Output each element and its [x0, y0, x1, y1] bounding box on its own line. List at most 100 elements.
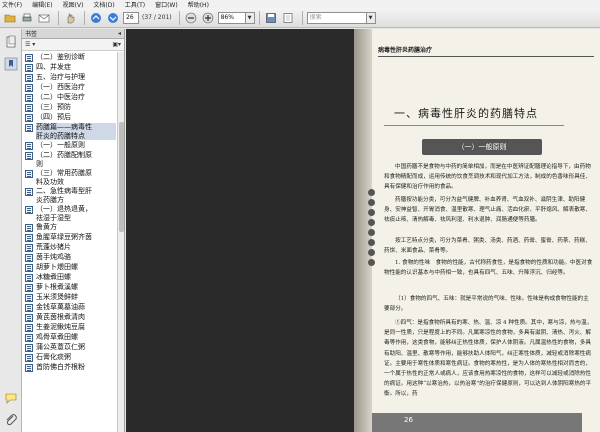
bookmark-label: （二）中医治疗: [36, 93, 85, 101]
bookmark-item[interactable]: 二、急性病毒型肝 炎药膳方: [22, 186, 118, 204]
open-folder-icon[interactable]: [3, 11, 17, 25]
bookmark-label: （三）预防: [36, 103, 71, 111]
bookmark-item[interactable]: 四、并发症: [22, 62, 118, 72]
bookmarks-tab-icon[interactable]: [4, 57, 18, 71]
bookmark-item[interactable]: 生姜泥鳅炖豆腐: [22, 322, 118, 332]
bookmark-label: 冰糖煮田螺: [36, 273, 71, 281]
paragraph-1: 中国药膳不是食物与中药的简单相加，而是在中医辨证配膳理论指导下，由药物和食物精配…: [384, 164, 591, 191]
bookmarks-panel-title: 书签: [25, 31, 38, 38]
bookmark-item[interactable]: （二）药膳配制原 则: [22, 150, 118, 168]
bookmark-icon: [25, 74, 33, 82]
attachment-icon[interactable]: [4, 413, 18, 427]
bookmark-icon: [25, 354, 33, 362]
paragraph-3: 按工艺特点分类，可分为菜肴、粥类、汤类、药酒、药膏、蜜膏、药茶、药糕、药饼、米面…: [384, 238, 591, 255]
search-input[interactable]: 搜索: [306, 11, 367, 24]
bookmark-item[interactable]: 蒲公英薏苡仁粥: [22, 342, 118, 352]
toolbar-divider: [301, 10, 303, 25]
bookmark-item[interactable]: 黄芪茵根煮清肉: [22, 312, 118, 322]
print-icon[interactable]: [20, 11, 34, 25]
bookmark-icon: [25, 104, 33, 112]
bookmark-item[interactable]: 五、治疗与护理: [22, 72, 118, 82]
bookmark-item[interactable]: 茵手炖鸡骆: [22, 252, 118, 262]
bookmark-icon: [25, 84, 33, 92]
bookmarks-toolbar: ☰ ▾ ▣▾: [22, 39, 124, 51]
close-panel-icon[interactable]: ◂: [118, 30, 121, 37]
zoom-dropdown-arrow[interactable]: ▼: [245, 11, 255, 24]
bookmark-label: 药膳篇——病毒性 肝炎的药膳特点: [36, 123, 116, 140]
bookmarks-panel-header: 书签 ◂: [22, 29, 124, 39]
bookmark-item[interactable]: 药膳篇——病毒性 肝炎的药膳特点: [22, 122, 118, 140]
page-down-icon[interactable]: [106, 11, 120, 25]
bookmark-label: 金钱草萬墓油蒜: [36, 303, 85, 311]
bookmark-icon: [25, 264, 33, 272]
bookmark-item[interactable]: 玉米须煲鲜蚌: [22, 292, 118, 302]
bookmark-item[interactable]: 冰糖煮田螺: [22, 272, 118, 282]
bookmark-item[interactable]: （一）西医治疗: [22, 82, 118, 92]
menu-bar: 文件(F) 编辑(E) 视图(V) 文档(D) 工具(T) 窗口(W) 帮助(H…: [0, 0, 600, 9]
pages-icon[interactable]: [4, 35, 18, 49]
bookmark-label: 茵手炖鸡骆: [36, 253, 71, 261]
bookmark-icon: [25, 364, 33, 372]
bookmark-icon: [25, 314, 33, 322]
zoom-in-icon[interactable]: [201, 11, 215, 25]
toolbar-divider: [58, 10, 59, 25]
bookmark-label: 黄芪茵根煮清肉: [36, 313, 85, 321]
fit-page-icon[interactable]: [281, 11, 295, 25]
bookmark-icon: [25, 114, 33, 122]
bookmark-label: （二）药膳配制原 则: [36, 151, 92, 168]
bookmark-icon: [25, 294, 33, 302]
bookmark-item[interactable]: 鲁黄方: [22, 222, 118, 232]
bookmark-icon: [25, 124, 33, 132]
bookmark-icon: [25, 170, 33, 178]
search-dropdown-arrow[interactable]: ▼: [366, 11, 376, 24]
toolbar-divider: [258, 10, 260, 25]
paragraph-6: ①四气：是指食物所具有的寒、热、温、凉 4 种性质。其中，寒与凉，热与温，是同一…: [384, 320, 593, 398]
zoom-input[interactable]: 86%: [217, 11, 246, 24]
page-number-input[interactable]: 26: [123, 11, 139, 24]
bookmark-item[interactable]: 鱼腥草绿豆粥齐茵: [22, 232, 118, 242]
bookmark-icon: [25, 152, 33, 160]
paragraph-4: 1. 食物的性味 食物的性能，古代称药食性，是指食物的性质和功能。中医对食物性能…: [384, 260, 593, 277]
bookmark-label: 萝卜根煮溪螺: [36, 283, 78, 291]
bookmark-item[interactable]: 胡萝卜煨田螺: [22, 262, 118, 272]
comment-icon[interactable]: [4, 391, 18, 405]
bookmark-label: 胡萝卜煨田螺: [36, 263, 78, 271]
document-area: 病毒性肝炎药膳治疗 一、病毒性肝炎的药膳特点 （一）一般原则 中国药膳不是食物与…: [126, 29, 600, 432]
scrollbar-thumb[interactable]: [119, 122, 124, 232]
bookmark-item[interactable]: 荒蓬炒猪片: [22, 242, 118, 252]
bookmark-item[interactable]: （一）一般原则: [22, 140, 118, 150]
bookmark-icon: [25, 274, 33, 282]
new-bookmark-icon[interactable]: ▣▾: [112, 41, 121, 48]
bookmarks-scrollbar[interactable]: [117, 52, 124, 432]
bookmark-item[interactable]: （四）预后: [22, 112, 118, 122]
toolbar-divider: [84, 10, 85, 25]
bookmark-item[interactable]: 金钱草萬墓油蒜: [22, 302, 118, 312]
running-header: 病毒性肝炎药膳治疗: [378, 45, 594, 57]
bookmark-item[interactable]: （一）退热退黄， 祛湿于湿型: [22, 204, 118, 222]
bookmark-item[interactable]: 石膏化痰粥: [22, 352, 118, 362]
bookmark-label: （四）预后: [36, 113, 71, 121]
bookmark-item[interactable]: （三）常用药膳原 料及功效: [22, 168, 118, 186]
bookmark-label: （三）常用药膳原 料及功效: [36, 169, 92, 186]
bookmark-item[interactable]: （二）鉴别诊断: [22, 52, 118, 62]
bookmark-item[interactable]: （二）中医治疗: [22, 92, 118, 102]
save-icon[interactable]: [264, 11, 278, 25]
page-up-icon[interactable]: [89, 11, 103, 25]
bookmark-label: 鲁黄方: [36, 223, 57, 231]
bookmark-label: 四、并发症: [36, 63, 71, 71]
bookmark-item[interactable]: 鸡骨草煮田螺: [22, 332, 118, 342]
zoom-out-icon[interactable]: [184, 11, 198, 25]
bookmarks-panel: 书签 ◂ ☰ ▾ ▣▾ （二）鉴别诊断 四、并发症五、治疗与护理 （一）西医治疗 （二…: [22, 29, 125, 432]
bookmark-item[interactable]: 萝卜根煮溪螺: [22, 282, 118, 292]
email-icon[interactable]: [37, 11, 51, 25]
bookmark-item[interactable]: 首防佛白芥根粉: [22, 362, 118, 372]
page-count: (37 / 201): [142, 14, 172, 21]
options-menu-button[interactable]: ☰ ▾: [25, 41, 35, 48]
hand-tool-icon[interactable]: [63, 11, 77, 25]
bookmark-icon: [25, 234, 33, 242]
bookmark-label: 五、治疗与护理: [36, 73, 85, 81]
bookmark-label: 荒蓬炒猪片: [36, 243, 71, 251]
bookmark-label: （一）西医治疗: [36, 83, 85, 91]
chapter-divider: [384, 125, 564, 126]
bookmark-item[interactable]: （三）预防: [22, 102, 118, 112]
